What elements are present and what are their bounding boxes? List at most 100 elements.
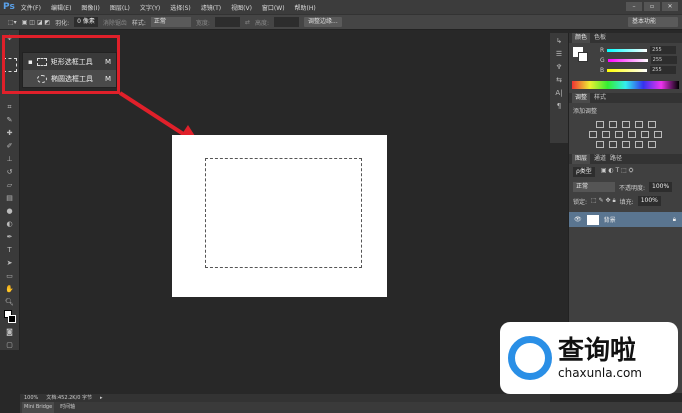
panel-dock-icons: ↳ ☰ ♆ ⇆ A| ¶ bbox=[550, 33, 568, 143]
r-value[interactable]: 255 bbox=[650, 46, 677, 54]
tab-timeline[interactable]: 时间轴 bbox=[60, 402, 75, 413]
r-slider[interactable] bbox=[607, 48, 648, 52]
status-menu-arrow-icon[interactable]: ▸ bbox=[100, 394, 103, 402]
menu-window[interactable]: 窗口(W) bbox=[262, 3, 285, 12]
width-input[interactable] bbox=[214, 17, 240, 27]
feather-input[interactable]: 0 像素 bbox=[74, 17, 98, 27]
tab-adjustments[interactable]: 调整 bbox=[572, 93, 591, 103]
style-select[interactable]: 正常 bbox=[150, 17, 191, 27]
tab-channels[interactable]: 通道 bbox=[594, 154, 606, 164]
swap-icon[interactable]: ⇄ bbox=[245, 19, 250, 26]
refine-edge-button[interactable]: 调整边缘... bbox=[304, 17, 342, 27]
zoom-tool-icon[interactable]: 🔍︎ bbox=[3, 297, 17, 307]
healing-brush-icon[interactable]: ✚ bbox=[3, 128, 17, 138]
fill-label: 填充: bbox=[619, 198, 634, 206]
type-tool-icon[interactable]: T bbox=[3, 245, 17, 255]
hand-tool-icon[interactable]: ✋ bbox=[3, 284, 17, 294]
brush-panel-icon[interactable]: ♆ bbox=[552, 62, 566, 72]
restore-button[interactable]: ▫ bbox=[644, 2, 660, 11]
layer-thumbnail bbox=[586, 214, 599, 225]
bottom-panel-tabs: Mini Bridge 时间轴 bbox=[20, 402, 682, 413]
tab-mini-bridge[interactable]: Mini Bridge bbox=[22, 402, 55, 413]
tab-styles[interactable]: 样式 bbox=[594, 93, 606, 103]
selection-mode-icons[interactable]: ▣ ◫ ◪ ◩ bbox=[22, 19, 50, 26]
g-slider[interactable] bbox=[607, 58, 648, 62]
history-brush-icon[interactable]: ↺ bbox=[3, 167, 17, 177]
zoom-level[interactable]: 100% bbox=[24, 394, 38, 402]
menu-filter[interactable]: 滤镜(T) bbox=[201, 3, 221, 12]
layer-filter-select[interactable]: ρ类型 bbox=[573, 167, 595, 177]
adjust-title: 添加调整 bbox=[573, 108, 598, 115]
paragraph-panel-icon[interactable]: ¶ bbox=[552, 101, 566, 111]
visibility-eye-icon[interactable]: 👁︎ bbox=[574, 216, 582, 223]
antialias-checkbox[interactable]: 消除锯齿 bbox=[103, 18, 127, 27]
layer-row-background[interactable]: 👁︎ 背景 🔒︎ bbox=[569, 212, 682, 227]
watermark: 查询啦 chaxunla.com bbox=[500, 322, 678, 394]
menu-layer[interactable]: 图层(L) bbox=[110, 3, 130, 12]
window-controls: – ▫ ✕ bbox=[626, 2, 678, 11]
clone-stamp-icon[interactable]: ⊥ bbox=[3, 154, 17, 164]
opacity-label: 不透明度: bbox=[619, 184, 646, 192]
minimize-button[interactable]: – bbox=[626, 2, 642, 11]
tab-color[interactable]: 颜色 bbox=[572, 33, 591, 43]
b-value[interactable]: 255 bbox=[650, 66, 677, 74]
fill-input[interactable]: 100% bbox=[637, 196, 661, 206]
color-spectrum[interactable] bbox=[572, 81, 679, 89]
background-color-swatch[interactable] bbox=[578, 52, 588, 62]
height-input[interactable] bbox=[274, 17, 299, 27]
color-swatches-icon[interactable] bbox=[3, 310, 17, 324]
character-panel-icon[interactable]: A| bbox=[552, 88, 566, 98]
quick-mask-icon[interactable]: ◙ bbox=[3, 327, 17, 337]
tab-swatches[interactable]: 色板 bbox=[594, 33, 606, 43]
layers-panel-tabs: 图层 通道 路径 bbox=[569, 154, 682, 164]
path-selection-icon[interactable]: ➤ bbox=[3, 258, 17, 268]
highlight-box bbox=[2, 35, 120, 94]
g-value[interactable]: 255 bbox=[650, 56, 677, 64]
lock-icons[interactable]: ⬚ ✎ ✥ 🔒︎ bbox=[591, 197, 616, 205]
filter-icons[interactable]: ▣ ◐ T ⬚ ⛭ bbox=[601, 167, 634, 177]
adjustment-icons-row-2[interactable] bbox=[569, 131, 682, 138]
menu-file[interactable]: 文件(F) bbox=[21, 3, 41, 12]
adjust-panel-tabs: 调整 样式 bbox=[569, 93, 682, 103]
close-button[interactable]: ✕ bbox=[662, 2, 678, 11]
menu-image[interactable]: 图像(I) bbox=[81, 3, 99, 12]
document-canvas[interactable] bbox=[172, 135, 387, 297]
menu-view[interactable]: 视图(V) bbox=[231, 3, 252, 12]
eraser-tool-icon[interactable]: ▱ bbox=[3, 180, 17, 190]
shape-tool-icon[interactable]: ▭ bbox=[3, 271, 17, 281]
menu-edit[interactable]: 编辑(E) bbox=[51, 3, 71, 12]
opacity-input[interactable]: 100% bbox=[649, 182, 673, 192]
properties-panel-icon[interactable]: ☰ bbox=[552, 49, 566, 59]
menu-help[interactable]: 帮助(H) bbox=[295, 3, 316, 12]
menu-type[interactable]: 文字(Y) bbox=[140, 3, 160, 12]
history-panel-icon[interactable]: ↳ bbox=[552, 36, 566, 46]
menu-select[interactable]: 选择(S) bbox=[170, 3, 191, 12]
tab-layers[interactable]: 图层 bbox=[572, 154, 591, 164]
height-label: 高度: bbox=[254, 19, 269, 27]
pen-tool-icon[interactable]: ✒ bbox=[3, 232, 17, 242]
menu-bar: Ps 文件(F) 编辑(E) 图像(I) 图层(L) 文字(Y) 选择(S) 滤… bbox=[0, 0, 682, 14]
photoshop-logo: Ps bbox=[3, 2, 15, 12]
clone-source-icon[interactable]: ⇆ bbox=[552, 75, 566, 85]
dodge-tool-icon[interactable]: ◐ bbox=[3, 219, 17, 229]
blur-tool-icon[interactable]: ● bbox=[3, 206, 17, 216]
color-panel: R 255 G 255 B 255 bbox=[569, 43, 682, 77]
selection-marquee[interactable] bbox=[205, 158, 362, 268]
eyedropper-tool-icon[interactable]: ✎ bbox=[3, 115, 17, 125]
b-label: B bbox=[600, 66, 605, 74]
adjustment-icons-row-3[interactable] bbox=[569, 141, 682, 148]
workspace-select[interactable]: 基本功能 bbox=[628, 17, 678, 27]
crop-tool-icon[interactable]: ⌗ bbox=[3, 102, 17, 112]
marquee-tool-preset-icon[interactable]: ⬚▾ bbox=[8, 19, 17, 26]
blend-mode-select[interactable]: 正常 bbox=[573, 182, 615, 192]
b-slider[interactable] bbox=[607, 68, 648, 72]
style-label: 样式: bbox=[131, 19, 146, 27]
tab-paths[interactable]: 路径 bbox=[610, 154, 622, 164]
layer-name: 背景 bbox=[603, 217, 616, 224]
brush-tool-icon[interactable]: ✐ bbox=[3, 141, 17, 151]
screen-mode-icon[interactable]: ▢ bbox=[3, 340, 17, 350]
color-panel-tabs: 颜色 色板 bbox=[569, 33, 682, 43]
gradient-tool-icon[interactable]: ▤ bbox=[3, 193, 17, 203]
watermark-name: 查询啦 bbox=[558, 336, 637, 366]
adjustment-icons-row-1[interactable] bbox=[569, 121, 682, 128]
